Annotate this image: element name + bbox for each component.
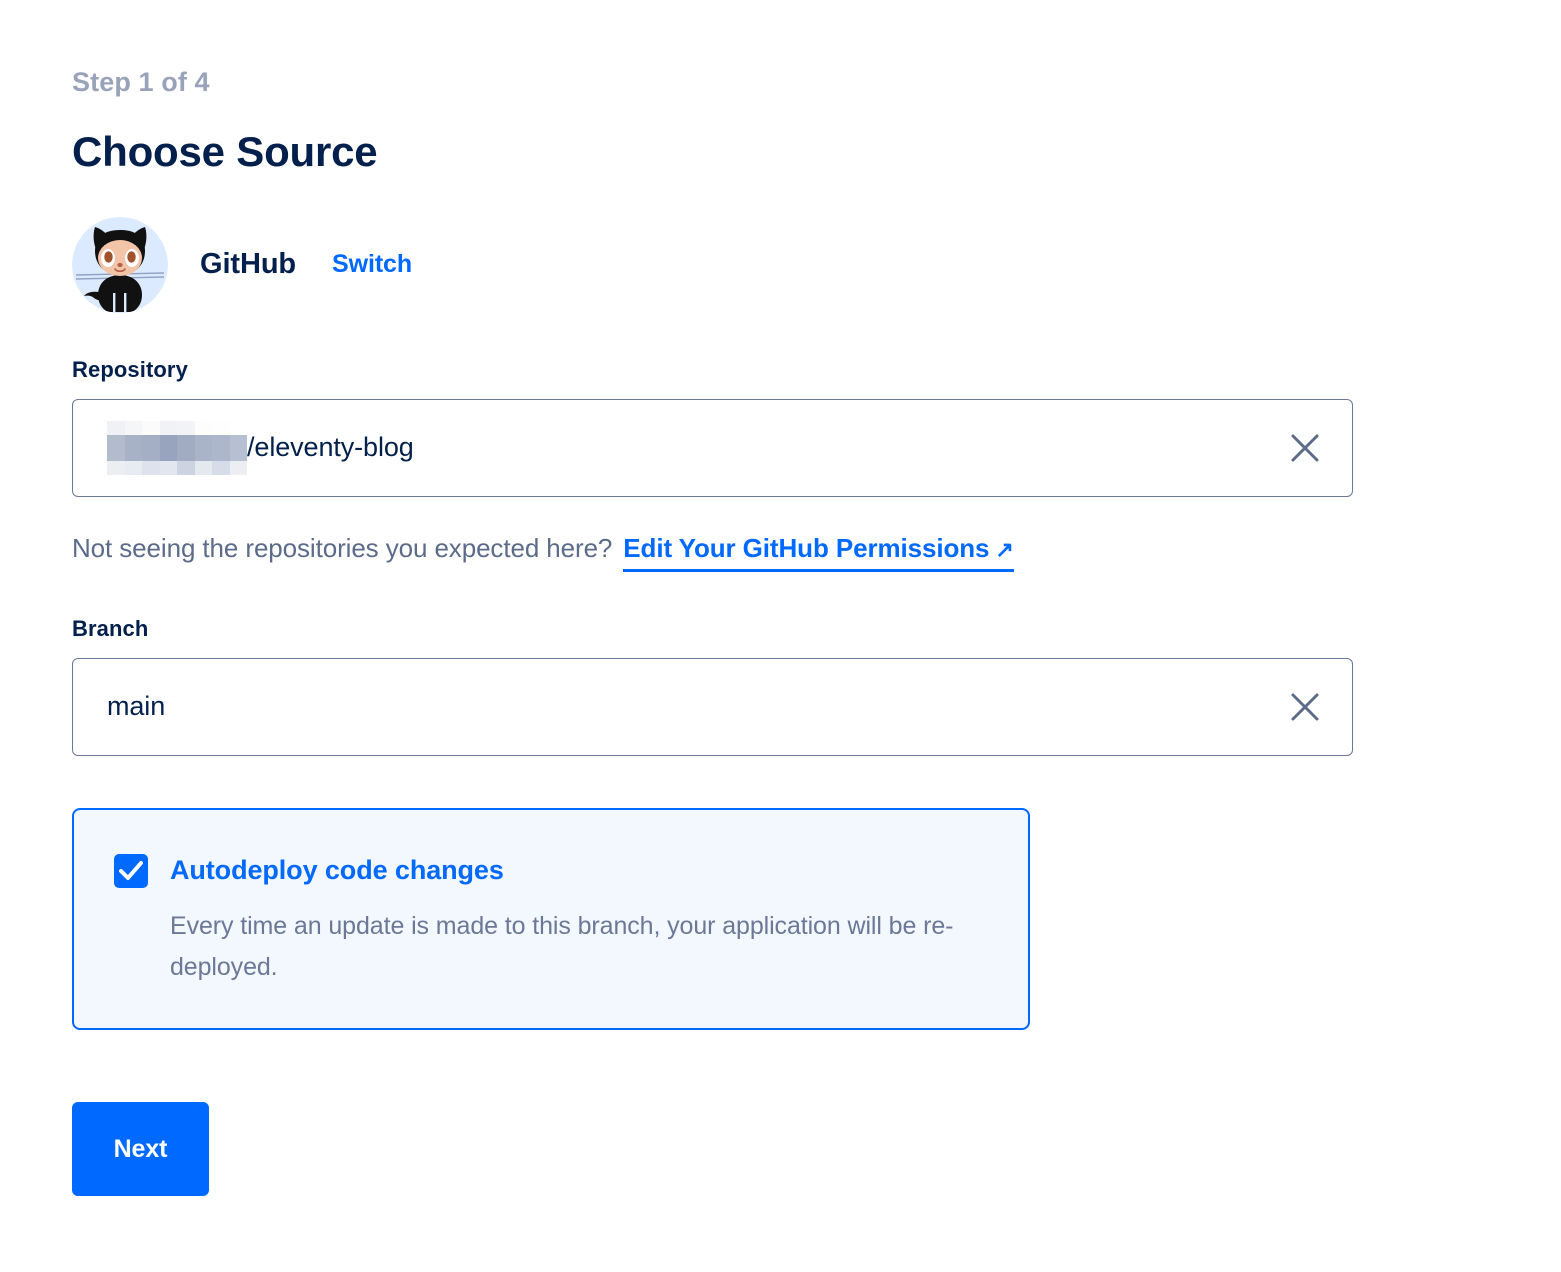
choose-source-page: Step 1 of 4 Choose Source GitHub Switch … <box>72 0 1492 1197</box>
wizard-step-label: Step 1 of 4 <box>72 67 210 97</box>
branch-value: main <box>107 691 166 722</box>
switch-provider-link[interactable]: Switch <box>332 250 412 279</box>
close-icon[interactable] <box>1288 431 1322 465</box>
external-link-icon: ↗ <box>995 536 1014 562</box>
autodeploy-checkbox[interactable] <box>114 853 148 888</box>
repository-select[interactable]: /eleventy-blog <box>72 398 1353 497</box>
autodeploy-label[interactable]: Autodeploy code changes <box>170 855 504 886</box>
branch-label: Branch <box>72 615 149 641</box>
provider-name: GitHub <box>200 248 297 281</box>
repository-helper-row: Not seeing the repositories you expected… <box>72 533 1492 572</box>
edit-github-permissions-label: Edit Your GitHub Permissions <box>623 532 990 563</box>
autodeploy-description: Every time an update is made to this bra… <box>170 911 954 981</box>
github-octocat-icon <box>72 216 168 313</box>
autodeploy-header: Autodeploy code changes <box>114 853 988 888</box>
close-icon[interactable] <box>1288 690 1322 724</box>
helper-text: Not seeing the repositories you expected… <box>72 532 613 563</box>
edit-github-permissions-link[interactable]: Edit Your GitHub Permissions ↗ <box>623 532 1014 572</box>
source-provider-row: GitHub Switch <box>72 216 1492 313</box>
next-button[interactable]: Next <box>72 1102 209 1197</box>
page-title: Choose Source <box>72 128 378 176</box>
redacted-username-blur <box>107 420 247 475</box>
branch-field-block: Branch main <box>72 616 1492 756</box>
branch-select[interactable]: main <box>72 657 1353 756</box>
repository-field-block: Repository /eleventy-blog <box>72 357 1492 497</box>
repository-name-text: /eleventy-blog <box>247 432 414 463</box>
repository-label: Repository <box>72 356 188 382</box>
autodeploy-panel: Autodeploy code changes Every time an up… <box>72 807 1030 1031</box>
repository-value: /eleventy-blog <box>73 420 414 475</box>
